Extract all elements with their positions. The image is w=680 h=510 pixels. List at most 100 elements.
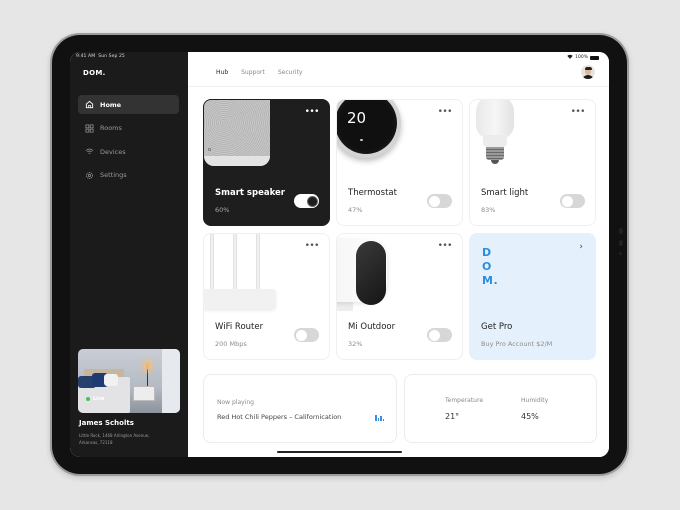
- room-nightstand: [133, 386, 155, 401]
- now-playing-card[interactable]: Now playing Red Hot Chili Peppers – Cali…: [203, 374, 397, 443]
- avatar-hair: [584, 67, 592, 70]
- sidebar-nav: Home Rooms Devices Settings: [78, 95, 179, 189]
- promo-subtitle: Buy Pro Account $2/M: [481, 340, 553, 348]
- user-name: James Scholts: [79, 419, 134, 427]
- device-toggle[interactable]: [560, 194, 585, 208]
- pro-logo: D O M.: [482, 246, 498, 288]
- camera-image: [337, 238, 387, 305]
- thermostat-display: 20: [337, 100, 397, 154]
- bulb-neck: [483, 135, 507, 147]
- wifi-status-icon: [567, 54, 573, 61]
- avatar-body: [582, 75, 594, 79]
- speaker-band: [204, 156, 270, 166]
- device-card-smart-light[interactable]: ••• Smart light 83%: [469, 99, 596, 226]
- app-logo: DOM.: [83, 69, 106, 77]
- main-content: 100% Hub Support Security ••• Smart spea…: [188, 52, 609, 457]
- eq-bar: [375, 415, 377, 421]
- sidebar-item-label: Devices: [100, 147, 126, 156]
- router-image: [204, 289, 276, 309]
- status-time-date: 9:41 AM Sun Sep 25: [76, 54, 125, 59]
- device-toggle[interactable]: [427, 194, 452, 208]
- now-playing-label: Now playing: [217, 399, 254, 406]
- sidebar-item-label: Rooms: [100, 124, 122, 132]
- device-value: 200 Mbps: [215, 340, 247, 348]
- temperature-label: Temperature: [445, 397, 484, 404]
- more-options-icon[interactable]: •••: [305, 108, 320, 117]
- side-button: [619, 240, 623, 246]
- thermostat-image: 20: [337, 100, 401, 158]
- home-icon: [85, 100, 94, 109]
- sidebar-item-rooms[interactable]: Rooms: [78, 119, 179, 138]
- device-value: 47%: [348, 206, 363, 214]
- side-button: [619, 228, 623, 234]
- toggle-knob: [428, 195, 440, 207]
- header-tabs: Hub Support Security: [216, 69, 302, 76]
- device-card-thermostat[interactable]: 20 ••• Thermostat 47%: [336, 99, 463, 226]
- get-pro-card[interactable]: D O M. › Get Pro Buy Pro Account $2/M: [469, 233, 596, 360]
- device-value: 32%: [348, 340, 363, 348]
- device-card-mi-outdoor[interactable]: ••• Mi Outdoor 32%: [336, 233, 463, 360]
- status-time: 9:41 AM: [76, 54, 96, 59]
- leaf-icon: [360, 139, 363, 141]
- more-options-icon[interactable]: •••: [571, 108, 586, 117]
- tablet-screen: 9:41 AM Sun Sep 25 DOM. Home Rooms Devic…: [70, 52, 609, 457]
- sidebar-item-label: Home: [100, 100, 122, 109]
- toggle-knob: [561, 195, 573, 207]
- sidebar-item-home[interactable]: Home: [78, 95, 179, 114]
- device-name: Smart light: [481, 188, 529, 198]
- eq-bar: [380, 416, 382, 421]
- device-card-smart-speaker[interactable]: ••• Smart speaker 60%: [203, 99, 330, 226]
- tab-support[interactable]: Support: [241, 69, 265, 76]
- eq-bar: [382, 419, 384, 421]
- device-toggle[interactable]: [294, 328, 319, 342]
- router-antenna: [233, 234, 237, 292]
- grid-icon: [85, 124, 94, 133]
- avatar[interactable]: [581, 65, 595, 79]
- gear-icon: [85, 171, 94, 180]
- room-wall: [162, 349, 180, 413]
- more-options-icon[interactable]: •••: [438, 242, 453, 251]
- humidity-value: 45%: [521, 412, 539, 421]
- header-divider: [188, 86, 609, 87]
- more-options-icon[interactable]: •••: [305, 242, 320, 251]
- pro-logo-line: O: [482, 260, 492, 273]
- router-antenna: [256, 234, 260, 292]
- thermostat-reading: 20: [347, 109, 367, 127]
- tab-security[interactable]: Security: [278, 69, 303, 76]
- climate-card: Temperature 21° Humidity 45%: [404, 374, 597, 443]
- toggle-knob: [428, 329, 440, 341]
- sidebar-item-devices[interactable]: Devices: [78, 142, 179, 161]
- wifi-icon: [85, 147, 94, 156]
- device-value: 60%: [215, 206, 230, 214]
- bulb-tip: [491, 160, 499, 164]
- device-toggle[interactable]: [427, 328, 452, 342]
- status-date: Sun Sep 25: [98, 54, 125, 59]
- router-antenna: [210, 234, 214, 292]
- live-badge: Live: [86, 396, 105, 402]
- pro-logo-line: M.: [482, 274, 499, 287]
- device-toggle[interactable]: [294, 194, 319, 208]
- device-card-wifi-router[interactable]: ••• WiFi Router 200 Mbps: [203, 233, 330, 360]
- speaker-logo: [208, 148, 211, 151]
- toggle-knob: [295, 329, 307, 341]
- camera-sensor: [619, 252, 622, 255]
- live-status-dot: [86, 397, 90, 401]
- toggle-knob: [306, 195, 318, 207]
- live-label: Live: [93, 396, 105, 402]
- tab-hub[interactable]: Hub: [216, 69, 228, 76]
- sidebar-item-settings[interactable]: Settings: [78, 166, 179, 185]
- more-options-icon[interactable]: •••: [438, 108, 453, 117]
- status-indicators: 100%: [567, 54, 599, 61]
- chevron-right-icon[interactable]: ›: [579, 242, 583, 252]
- pro-logo-line: D: [482, 246, 492, 259]
- device-name: WiFi Router: [215, 322, 264, 332]
- battery-icon: [590, 55, 599, 60]
- device-name: Mi Outdoor: [348, 322, 396, 332]
- sidebar: 9:41 AM Sun Sep 25 DOM. Home Rooms Devic…: [70, 52, 188, 457]
- humidity-label: Humidity: [521, 397, 549, 404]
- temperature-value: 21°: [445, 412, 460, 421]
- device-name: Smart speaker: [215, 188, 285, 198]
- bulb-base: [486, 147, 504, 160]
- live-camera-feed[interactable]: Live: [78, 349, 180, 413]
- home-indicator[interactable]: [277, 451, 402, 453]
